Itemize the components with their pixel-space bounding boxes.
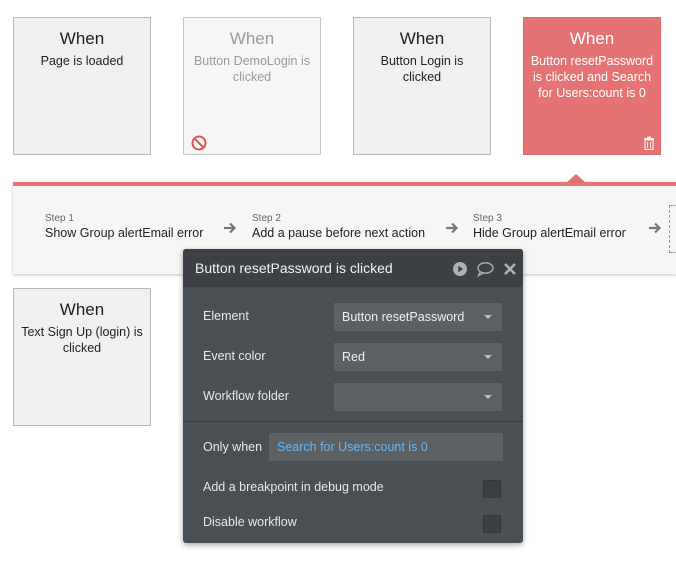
arrow-right-icon bbox=[446, 222, 459, 234]
event-when-label: When bbox=[399, 29, 445, 48]
only-when-label: Only when bbox=[203, 440, 263, 454]
event-color-row: Event color Red bbox=[203, 343, 503, 371]
panel-divider bbox=[183, 421, 523, 422]
event-description: Button resetPassword is clicked and Sear… bbox=[530, 54, 654, 100]
breakpoint-checkbox[interactable] bbox=[483, 480, 501, 498]
disabled-icon bbox=[191, 135, 207, 151]
workflow-folder-label: Workflow folder bbox=[203, 389, 289, 403]
event-color-dropdown[interactable]: Red bbox=[334, 343, 502, 371]
step-name: Add a pause before next action bbox=[252, 226, 426, 240]
event-property-panel: Button resetPassword is clicked Element … bbox=[183, 249, 523, 543]
workflow-folder-dropdown[interactable] bbox=[334, 383, 502, 411]
disable-workflow-label: Disable workflow bbox=[203, 515, 297, 529]
step-name: Hide Group alertEmail error bbox=[473, 226, 626, 240]
event-when-label: When bbox=[59, 300, 105, 319]
step-number: Step 3 bbox=[473, 213, 502, 224]
event-card-page-loaded[interactable]: When Page is loaded bbox=[13, 17, 151, 155]
close-icon[interactable] bbox=[503, 261, 517, 277]
arrow-right-icon bbox=[224, 222, 237, 234]
comment-icon[interactable] bbox=[476, 261, 494, 277]
element-value: Button resetPassword bbox=[342, 310, 465, 324]
event-color-label: Event color bbox=[203, 349, 266, 363]
event-color-value: Red bbox=[342, 350, 365, 364]
element-label: Element bbox=[203, 309, 249, 323]
chevron-down-icon bbox=[484, 315, 492, 319]
event-card-resetpassword-clicked[interactable]: When Button resetPassword is clicked and… bbox=[523, 17, 661, 155]
play-icon[interactable] bbox=[452, 261, 468, 277]
event-when-label: When bbox=[569, 29, 615, 48]
event-when-label: When bbox=[59, 29, 105, 48]
step-2[interactable]: Step 2 Add a pause before next action bbox=[252, 213, 425, 241]
chevron-down-icon bbox=[484, 355, 492, 359]
add-step-placeholder[interactable] bbox=[669, 205, 676, 253]
event-card-signup-clicked[interactable]: When Text Sign Up (login) is clicked bbox=[13, 288, 151, 426]
panel-header: Button resetPassword is clicked bbox=[183, 249, 523, 287]
panel-title: Button resetPassword is clicked bbox=[195, 260, 393, 276]
step-name: Show Group alertEmail error bbox=[45, 226, 204, 240]
event-when-label: When bbox=[229, 29, 275, 48]
element-dropdown[interactable]: Button resetPassword bbox=[334, 303, 502, 331]
disable-workflow-checkbox[interactable] bbox=[483, 515, 501, 533]
selected-event-pointer bbox=[567, 174, 585, 182]
event-card-login-clicked[interactable]: When Button Login is clicked bbox=[353, 17, 491, 155]
step-number: Step 1 bbox=[45, 213, 74, 224]
event-card-demologin-clicked[interactable]: When Button DemoLogin is clicked bbox=[183, 17, 321, 155]
trash-icon[interactable] bbox=[643, 136, 655, 150]
chevron-down-icon bbox=[484, 395, 492, 399]
arrow-right-icon bbox=[649, 222, 662, 234]
element-row: Element Button resetPassword bbox=[203, 303, 503, 331]
event-description: Page is loaded bbox=[40, 54, 124, 68]
only-when-expression: Search for Users:count is 0 bbox=[277, 440, 428, 454]
step-number: Step 2 bbox=[252, 213, 281, 224]
event-description: Button DemoLogin is clicked bbox=[193, 54, 311, 84]
step-3[interactable]: Step 3 Hide Group alertEmail error bbox=[473, 213, 626, 241]
breakpoint-label: Add a breakpoint in debug mode bbox=[203, 480, 384, 494]
event-description: Button Login is clicked bbox=[380, 54, 464, 84]
event-description: Text Sign Up (login) is clicked bbox=[21, 325, 143, 355]
step-1[interactable]: Step 1 Show Group alertEmail error bbox=[45, 213, 203, 241]
only-when-expression-input[interactable]: Search for Users:count is 0 bbox=[269, 433, 503, 461]
workflow-folder-row: Workflow folder bbox=[203, 383, 503, 411]
